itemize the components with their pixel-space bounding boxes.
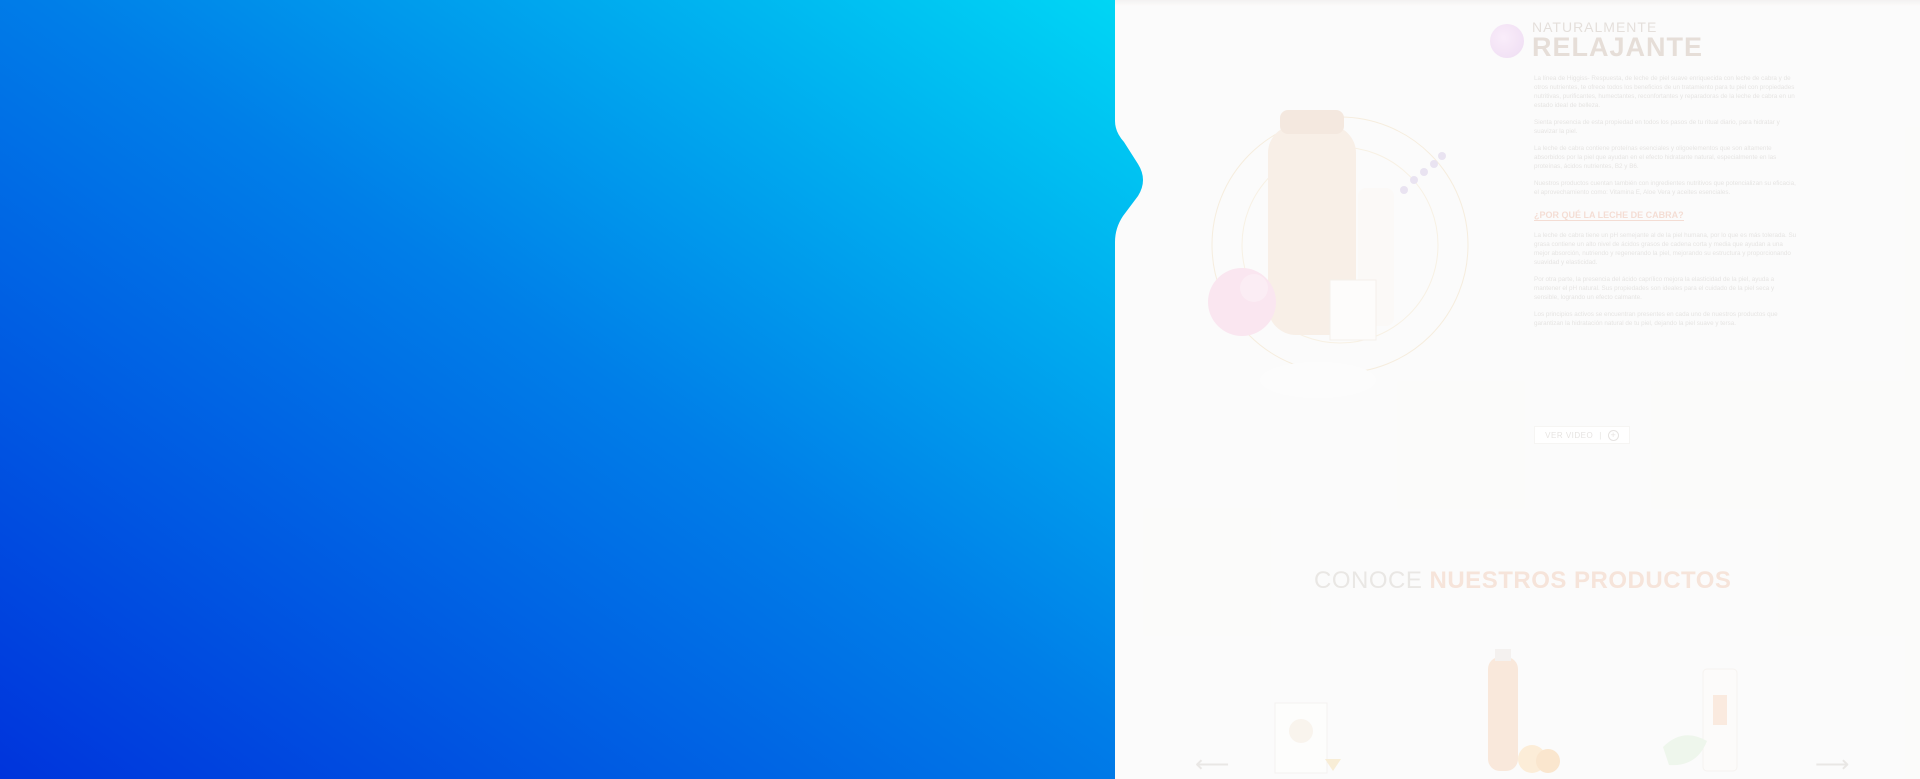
blue-gradient-shape: [0, 0, 1143, 779]
product-card-1[interactable]: [1265, 697, 1361, 779]
video-button[interactable]: VER VIDEO | +: [1534, 426, 1630, 444]
product-card-3[interactable]: [1655, 663, 1767, 779]
page-preview: NATURALMENTE RELAJANTE La línea de Higgi…: [1100, 0, 1920, 779]
page-title: RELAJANTE: [1532, 32, 1704, 62]
paragraph: Nuestros productos cuentan también con i…: [1534, 180, 1796, 196]
blue-overlay-panel: [0, 0, 1146, 779]
separator: |: [1599, 430, 1602, 440]
products-section-title: CONOCE NUESTROS PRODUCTOS: [1314, 567, 1731, 595]
paragraph: Los principios activos se encuentran pre…: [1534, 311, 1778, 327]
paragraph: La línea de Higgiss- Respuesta, de leche…: [1534, 75, 1795, 109]
products-title-bold: NUESTROS PRODUCTOS: [1429, 567, 1732, 594]
section-heading: NATURALMENTE RELAJANTE: [1490, 20, 1703, 61]
paragraph: La leche de cabra tiene un pH semejante …: [1534, 232, 1797, 266]
paragraph: Por otra parte, la presencia del ácido c…: [1534, 276, 1775, 301]
top-shadow: [1100, 0, 1920, 6]
content-body: La línea de Higgiss- Respuesta, de leche…: [1534, 74, 1799, 336]
hero-product-illustration: [1190, 80, 1490, 420]
arrow-left-icon[interactable]: ⟵: [1195, 750, 1229, 779]
video-button-label: VER VIDEO: [1545, 430, 1594, 440]
paragraph: La leche de cabra contiene proteínas ese…: [1534, 145, 1777, 170]
plus-circle-icon: +: [1607, 429, 1619, 441]
subheading-link[interactable]: ¿POR QUÉ LA LECHE DE CABRA?: [1534, 211, 1684, 221]
products-title-light: CONOCE: [1314, 567, 1423, 594]
lotus-icon: [1490, 23, 1524, 58]
arrow-right-icon[interactable]: ⟶: [1815, 750, 1849, 779]
paragraph: Sienta presencia de esta propiedad en to…: [1534, 119, 1780, 135]
product-card-2[interactable]: [1460, 649, 1570, 779]
